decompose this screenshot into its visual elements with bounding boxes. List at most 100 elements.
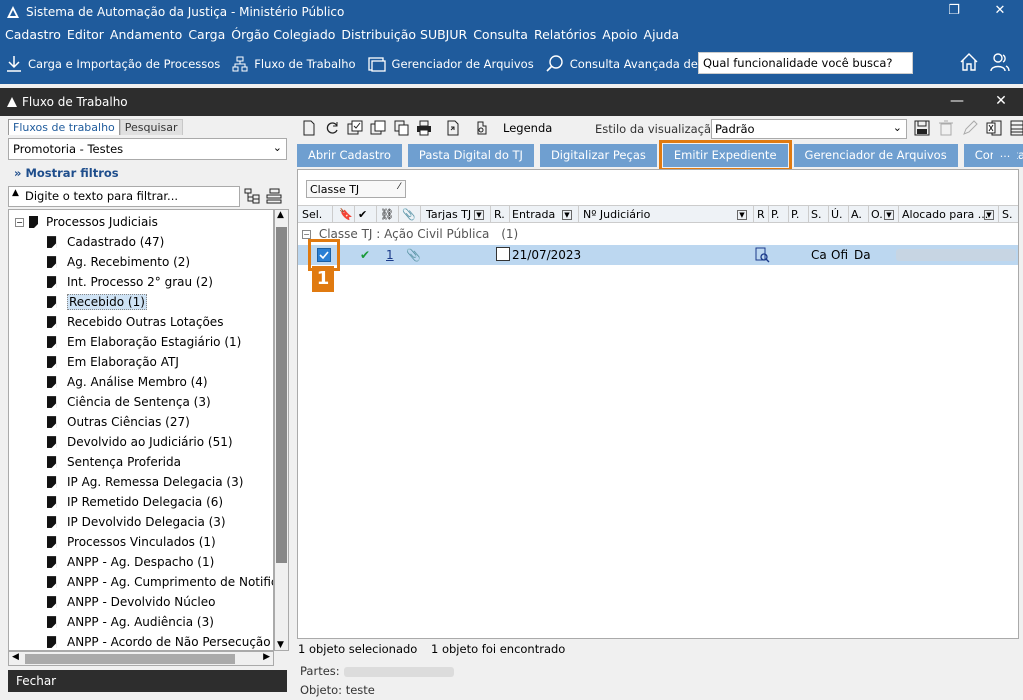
view-style-select[interactable]: Padrão ⌄ xyxy=(711,119,907,139)
tree-item[interactable]: Cadastrado (47) xyxy=(47,232,164,252)
menu-ajuda[interactable]: Ajuda xyxy=(644,27,680,42)
tree-expand-icon[interactable] xyxy=(244,188,260,204)
col-tarjas[interactable]: Tarjas TJ xyxy=(426,208,471,221)
tree-item[interactable]: ANPP - Ag. Audiência (3) xyxy=(47,612,214,632)
tree-vertical-scrollbar[interactable]: ▲ ▼ xyxy=(274,209,289,651)
filter-icon[interactable]: ▼ xyxy=(737,208,747,221)
menu-consulta[interactable]: Consulta xyxy=(473,27,528,42)
digital-folder-button[interactable]: Pasta Digital do TJ xyxy=(407,144,534,167)
col-sel[interactable]: Sel. xyxy=(302,208,322,221)
col-r[interactable]: R. xyxy=(494,208,505,221)
tree-item[interactable]: Outras Ciências (27) xyxy=(47,412,190,432)
filter-icon[interactable]: ▼ xyxy=(984,208,994,221)
filter-icon[interactable]: ▼ xyxy=(562,208,572,221)
new-document-icon[interactable] xyxy=(301,120,317,136)
columns-icon[interactable] xyxy=(1010,120,1023,136)
attachment-icon[interactable]: 📎 xyxy=(406,248,421,262)
issue-document-button[interactable]: Emitir Expediente xyxy=(658,140,792,171)
legend-icon[interactable] xyxy=(474,120,490,136)
scroll-up-icon[interactable]: ▲ xyxy=(277,210,284,220)
file-manager-action-button[interactable]: Gerenciador de Arquivos xyxy=(793,144,958,167)
print-icon[interactable] xyxy=(416,120,432,136)
users-icon[interactable] xyxy=(989,52,1011,72)
col-r2[interactable]: R xyxy=(757,208,765,221)
profile-select[interactable]: Promotoria - Testes ⌄ xyxy=(8,138,287,160)
tree-item[interactable]: ANPP - Ag. Despacho (1) xyxy=(47,552,214,572)
menu-editor[interactable]: Editor xyxy=(67,27,104,42)
legend-label[interactable]: Legenda xyxy=(503,121,552,135)
tree-item[interactable]: Em Elaboração Estagiário (1) xyxy=(47,332,241,352)
check-all-icon[interactable] xyxy=(347,120,363,136)
restore-icon[interactable]: ❐ xyxy=(931,0,977,24)
excel-icon[interactable] xyxy=(986,120,1002,136)
scroll-down-icon[interactable]: ▼ xyxy=(277,640,284,650)
workflow-button[interactable]: Fluxo de Trabalho xyxy=(232,56,356,72)
filter-icon[interactable]: ▼ xyxy=(884,208,894,221)
col-u[interactable]: Ú. xyxy=(831,208,843,221)
tree-root[interactable]: − Processos Judiciais xyxy=(15,212,158,232)
attachment-column-icon[interactable]: 📎 xyxy=(402,208,416,221)
col-numero[interactable]: Nº Judiciário xyxy=(583,208,650,221)
minimize-icon[interactable]: — xyxy=(935,88,979,116)
copy-icon[interactable] xyxy=(393,120,409,136)
scan-documents-button[interactable]: Digitalizar Peças xyxy=(539,144,657,167)
col-p2[interactable]: P. xyxy=(791,208,799,221)
import-button[interactable]: Carga e Importação de Processos xyxy=(6,55,220,73)
link-count[interactable]: 1 xyxy=(386,248,394,262)
preview-search-icon[interactable] xyxy=(755,247,771,263)
tree-item[interactable]: IP Devolvido Delegacia (3) xyxy=(47,512,226,532)
tree-item[interactable]: ANPP - Devolvido Núcleo xyxy=(47,592,215,612)
scroll-thumb[interactable] xyxy=(25,654,235,664)
tree-item[interactable]: Sentença Proferida xyxy=(47,452,181,472)
feature-search-input[interactable]: Qual funcionalidade você busca? xyxy=(698,52,913,74)
col-alocado[interactable]: Alocado para ... xyxy=(902,208,988,221)
close-icon[interactable]: ✕ xyxy=(977,0,1023,24)
menu-relatorios[interactable]: Relatórios xyxy=(534,27,596,42)
scroll-left-icon[interactable]: ◀ xyxy=(12,652,19,662)
col-s1[interactable]: S. xyxy=(811,208,821,221)
tree-item[interactable]: Recebido (1) xyxy=(47,292,147,312)
menu-apoio[interactable]: Apoio xyxy=(602,27,637,42)
tree-item[interactable]: IP Remetido Delegacia (6) xyxy=(47,492,223,512)
filter-icon[interactable]: ▼ xyxy=(474,208,484,221)
col-s2[interactable]: S. xyxy=(1002,208,1012,221)
tree-item[interactable]: IP Ag. Remessa Delegacia (3) xyxy=(47,472,243,492)
tab-fluxos[interactable]: Fluxos de trabalho xyxy=(8,119,120,135)
tree-item[interactable]: Devolvido ao Judiciário (51) xyxy=(47,432,233,452)
col-entrada[interactable]: Entrada xyxy=(512,208,555,221)
menu-distribuicao[interactable]: Distribuição SUBJUR xyxy=(341,27,467,42)
tree-item[interactable]: Int. Processo 2° grau (2) xyxy=(47,272,213,292)
close-button[interactable]: Fechar xyxy=(8,670,287,692)
tree-item[interactable]: ANPP - Ag. Cumprimento de Notificaç xyxy=(47,572,273,592)
col-p1[interactable]: P. xyxy=(771,208,779,221)
tree-filter-input[interactable]: ▲ Digite o texto para filtrar... xyxy=(8,186,240,207)
col-a[interactable]: A. xyxy=(851,208,862,221)
group-by-chip[interactable]: Classe TJ ⁄ xyxy=(306,180,406,198)
group-row[interactable]: − Classe TJ : Ação Civil Pública (1) xyxy=(302,227,518,241)
more-actions-button[interactable]: ... xyxy=(993,144,1017,167)
tree-collapse-icon[interactable] xyxy=(266,188,282,204)
link-column-icon[interactable]: ⛓ xyxy=(380,208,394,221)
uncheck-all-icon[interactable] xyxy=(370,120,386,136)
tree-item[interactable]: ANPP - Acordo de Não Persecução Pe xyxy=(47,632,273,650)
refresh-icon[interactable] xyxy=(324,120,340,136)
table-row[interactable]: ✔ 1 📎 21/07/2023 Ca Ofi Da xyxy=(298,239,1018,271)
check-column-icon[interactable]: ✔ xyxy=(358,208,367,221)
tree-item[interactable]: Em Elaboração ATJ xyxy=(47,352,179,372)
tree-item[interactable]: Processos Vinculados (1) xyxy=(47,532,216,552)
row-select-checkbox[interactable] xyxy=(317,248,331,262)
tree-item[interactable]: Ag. Análise Membro (4) xyxy=(47,372,208,392)
file-manager-button[interactable]: Gerenciador de Arquivos xyxy=(367,56,534,72)
close-icon[interactable]: ✕ xyxy=(979,88,1023,116)
show-filters-link[interactable]: » Mostrar filtros xyxy=(14,166,119,180)
col-o[interactable]: O. xyxy=(871,208,883,221)
menu-carga[interactable]: Carga xyxy=(188,27,225,42)
scroll-right-icon[interactable]: ▶ xyxy=(263,652,270,662)
menu-orgao-colegiado[interactable]: Órgão Colegiado xyxy=(231,27,335,42)
collapse-icon[interactable]: − xyxy=(302,230,311,239)
save-icon[interactable] xyxy=(914,120,930,136)
bookmark-icon[interactable]: 🔖 xyxy=(339,208,353,221)
menu-cadastro[interactable]: Cadastro xyxy=(5,27,61,42)
menu-andamento[interactable]: Andamento xyxy=(110,27,182,42)
home-icon[interactable] xyxy=(959,52,979,72)
